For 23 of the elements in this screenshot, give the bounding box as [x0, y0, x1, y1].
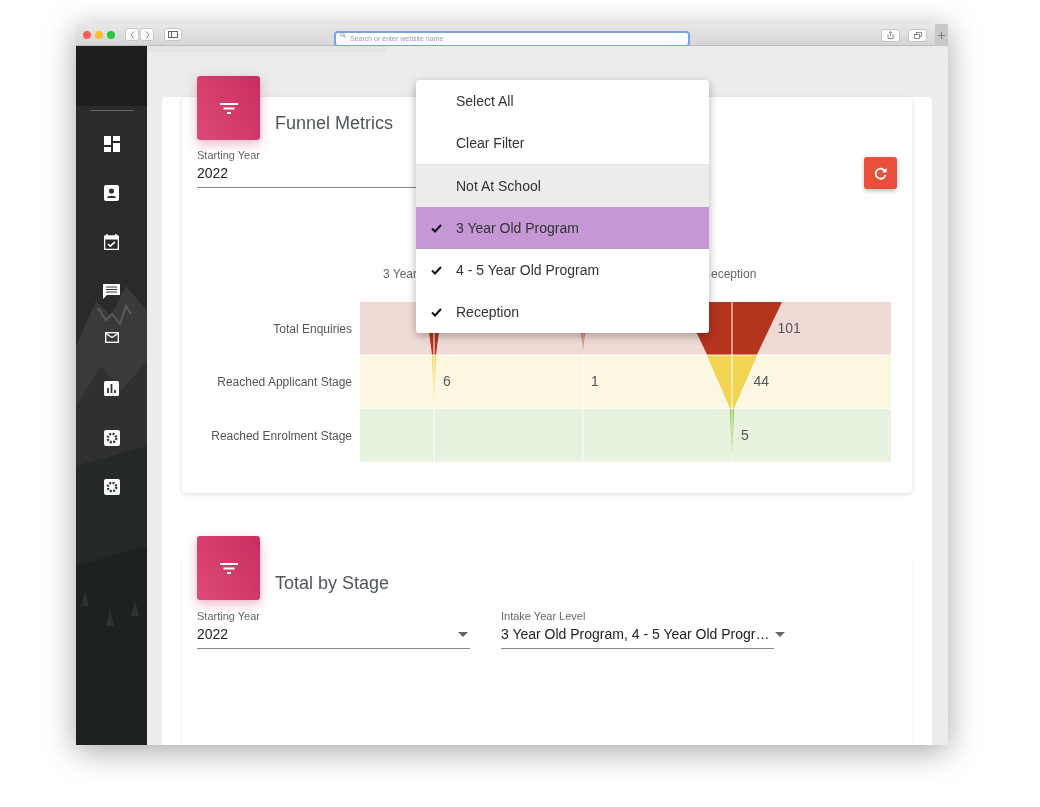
menu-item[interactable]: Select All	[416, 80, 709, 122]
menu-option[interactable]: 4 - 5 Year Old Program	[416, 249, 709, 291]
value-label: 6	[443, 373, 451, 390]
card-title: Total by Stage	[275, 573, 390, 594]
column-header: eception	[711, 267, 757, 281]
select-field[interactable]: 2022	[197, 626, 470, 649]
value-label: 101	[777, 319, 801, 336]
menu-option[interactable]: Not At School	[416, 165, 709, 207]
column-header: 3 Year	[383, 267, 418, 281]
row-label: Total Enquiries	[272, 320, 352, 338]
value-label: 44	[753, 373, 770, 390]
select-field[interactable]: 3 Year Old Program, 4 - 5 Year Old Progr…	[501, 626, 774, 649]
row-label: Reached Applicant Stage	[216, 374, 352, 392]
card-title: Funnel Metrics	[275, 113, 394, 134]
menu-option[interactable]: Reception	[416, 291, 709, 333]
value-label: 5	[741, 427, 749, 443]
field-label: Starting Year	[197, 610, 261, 622]
field-label: Starting Year	[197, 149, 261, 161]
field-label: Intake Year Level	[501, 610, 587, 622]
menu-option[interactable]: 3 Year Old Program	[416, 207, 709, 249]
value-label: 1	[591, 373, 599, 390]
row-label: Reached Enrolment Stage	[210, 428, 352, 445]
menu-item[interactable]: Clear Filter	[416, 122, 709, 164]
